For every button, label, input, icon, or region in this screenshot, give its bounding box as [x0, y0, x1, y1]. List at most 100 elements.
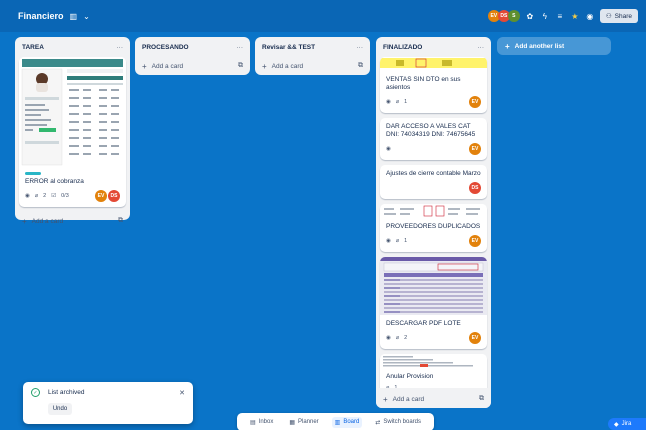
add-person-icon: ⚇ — [605, 13, 612, 20]
avatar[interactable]: DS — [108, 190, 120, 202]
add-card-label: Add a card — [31, 217, 64, 225]
attachment-count: 1 — [404, 99, 408, 105]
card-title[interactable]: ERROR al cobranza — [25, 178, 120, 186]
card-title[interactable]: PROVEEDORES DUPLICADOS — [386, 223, 481, 231]
list-header[interactable]: FINALIZADO ··· — [376, 37, 491, 57]
add-card-button[interactable]: + Add a card ⧉ — [15, 212, 130, 230]
list-revisar-test: Revisar && TEST ··· + Add a card ⧉ — [255, 37, 370, 75]
card-cover-image — [380, 354, 487, 368]
list-tarea: TAREA ··· ERROR al cobranza ◉ ⌀ 2 ☑ 0/3 … — [15, 37, 130, 226]
list-menu-icon[interactable]: ··· — [117, 44, 124, 51]
list-header[interactable]: TAREA ··· — [15, 37, 130, 57]
card-template-icon[interactable]: ⧉ — [238, 62, 243, 70]
card-template-icon[interactable]: ⧉ — [479, 395, 484, 403]
share-label: Share — [614, 12, 632, 20]
board-header: Financiero ▥ ⌄ EV DS S ✿ ϟ ≡ ★ ◉ ⚇ Share — [0, 0, 646, 32]
list-menu-icon[interactable]: ··· — [237, 44, 244, 51]
list-cards-scroll[interactable]: VENTAS SIN DTO en sus asientos ◉ ⌀ 1 EV … — [376, 57, 491, 388]
chevron-down-icon[interactable]: ⌄ — [83, 12, 90, 21]
card[interactable]: PROVEEDORES DUPLICADOS ◉ ⌀ 1 EV — [380, 204, 487, 252]
board-title[interactable]: Financiero — [18, 11, 64, 21]
avatar[interactable]: DS — [469, 182, 481, 194]
avatar[interactable]: EV — [95, 190, 107, 202]
jira-label: Jira — [621, 421, 632, 427]
card-cover-image — [380, 257, 487, 315]
power-ups-icon[interactable]: ✿ — [525, 12, 535, 21]
board-button[interactable]: ▥ Board — [331, 416, 363, 428]
attachment-count: 2 — [43, 193, 47, 199]
card-badges: DS — [386, 182, 481, 194]
attachment-icon: ⌀ — [395, 99, 400, 105]
attachment-count: 1 — [394, 385, 398, 388]
eye-icon: ◉ — [386, 238, 391, 244]
avatar[interactable]: EV — [469, 96, 481, 108]
card-title[interactable]: Anular Provision — [386, 373, 481, 381]
automation-icon[interactable]: ϟ — [540, 12, 550, 21]
eye-icon: ◉ — [386, 335, 391, 341]
plus-icon: + — [22, 216, 27, 226]
card-title[interactable]: DESCARGAR PDF LOTE — [386, 320, 481, 328]
card[interactable]: ERROR al cobranza ◉ ⌀ 2 ☑ 0/3 EV DS — [19, 57, 126, 207]
calendar-icon: ▦ — [289, 419, 295, 426]
list-title[interactable]: Revisar && TEST — [262, 44, 315, 51]
card[interactable]: Anular Provision ⌀ 1 — [380, 354, 487, 388]
switch-boards-icon: ⇄ — [375, 419, 381, 426]
card-title[interactable]: VENTAS SIN DTO en sus asientos — [386, 76, 481, 92]
avatar[interactable]: S — [507, 10, 520, 22]
header-actions: EV DS S ✿ ϟ ≡ ★ ◉ ⚇ Share — [487, 9, 638, 23]
card-template-icon[interactable]: ⧉ — [358, 62, 363, 70]
card-title[interactable]: Ajustes de cierre contable Marzo — [386, 170, 481, 178]
member-avatars[interactable]: EV DS S — [487, 10, 520, 22]
card-badges: ◉ ⌀ 1 EV — [386, 96, 481, 108]
card-badges: ◉ ⌀ 2 ☑ 0/3 EV DS — [25, 190, 120, 202]
board-label: Board — [343, 419, 360, 425]
list-menu-icon[interactable]: ··· — [357, 44, 364, 51]
list-title[interactable]: FINALIZADO — [383, 44, 422, 51]
attachment-count: 1 — [404, 238, 408, 244]
close-icon[interactable]: ✕ — [179, 389, 185, 397]
card-cover-image — [380, 204, 487, 218]
add-card-button[interactable]: + Add a card ⧉ — [135, 57, 250, 75]
toast-message: List archived — [48, 389, 85, 396]
add-card-label: Add a card — [392, 395, 425, 403]
board-view-icon[interactable]: ▥ — [70, 12, 78, 21]
list-title[interactable]: TAREA — [22, 44, 44, 51]
board-icon: ▥ — [334, 419, 341, 426]
add-card-button[interactable]: + Add a card ⧉ — [376, 390, 491, 408]
jira-button[interactable]: ◆ Jira — [608, 418, 646, 430]
bottom-nav-bar: ▤ Inbox ▦ Planner ▥ Board ⇄ Switch board… — [237, 413, 434, 430]
eye-icon: ◉ — [25, 193, 30, 199]
star-icon[interactable]: ★ — [570, 12, 580, 21]
eye-icon: ◉ — [386, 146, 391, 152]
share-button[interactable]: ⚇ Share — [599, 9, 638, 23]
list-header[interactable]: PROCESANDO ··· — [135, 37, 250, 57]
avatar[interactable]: EV — [469, 235, 481, 247]
planner-button[interactable]: ▦ Planner — [286, 417, 321, 428]
add-card-button[interactable]: + Add a card ⧉ — [255, 57, 370, 75]
card[interactable]: Ajustes de cierre contable Marzo DS — [380, 165, 487, 199]
attachment-icon: ⌀ — [386, 385, 390, 388]
attachment-icon: ⌀ — [34, 193, 39, 199]
card-title[interactable]: DAR ACCESO A VALES CAT DNI: 74034319 DNI… — [386, 123, 481, 139]
add-card-label: Add a card — [271, 62, 304, 70]
card[interactable]: DAR ACCESO A VALES CAT DNI: 74034319 DNI… — [380, 118, 487, 160]
card[interactable]: VENTAS SIN DTO en sus asientos ◉ ⌀ 1 EV — [380, 57, 487, 113]
list-title[interactable]: PROCESANDO — [142, 44, 189, 51]
checklist-count: 0/3 — [61, 193, 69, 199]
card-template-icon[interactable]: ⧉ — [118, 217, 123, 225]
inbox-button[interactable]: ▤ Inbox — [247, 417, 276, 428]
plus-icon: + — [142, 61, 147, 71]
avatar[interactable]: EV — [469, 143, 481, 155]
list-header[interactable]: Revisar && TEST ··· — [255, 37, 370, 57]
list-finalizado: FINALIZADO ··· VENTAS SIN DTO en sus asi… — [376, 37, 491, 408]
add-list-button[interactable]: + Add another list — [497, 37, 611, 55]
avatar[interactable]: EV — [469, 332, 481, 344]
card-label[interactable] — [25, 172, 41, 175]
card[interactable]: DESCARGAR PDF LOTE ◉ ⌀ 2 EV — [380, 257, 487, 349]
list-menu-icon[interactable]: ··· — [478, 44, 485, 51]
undo-button[interactable]: Undo — [48, 403, 72, 415]
planner-label: Planner — [297, 419, 319, 425]
filter-icon[interactable]: ≡ — [555, 12, 565, 21]
switch-boards-button[interactable]: ⇄ Switch boards — [372, 417, 424, 428]
visibility-icon[interactable]: ◉ — [585, 12, 595, 21]
